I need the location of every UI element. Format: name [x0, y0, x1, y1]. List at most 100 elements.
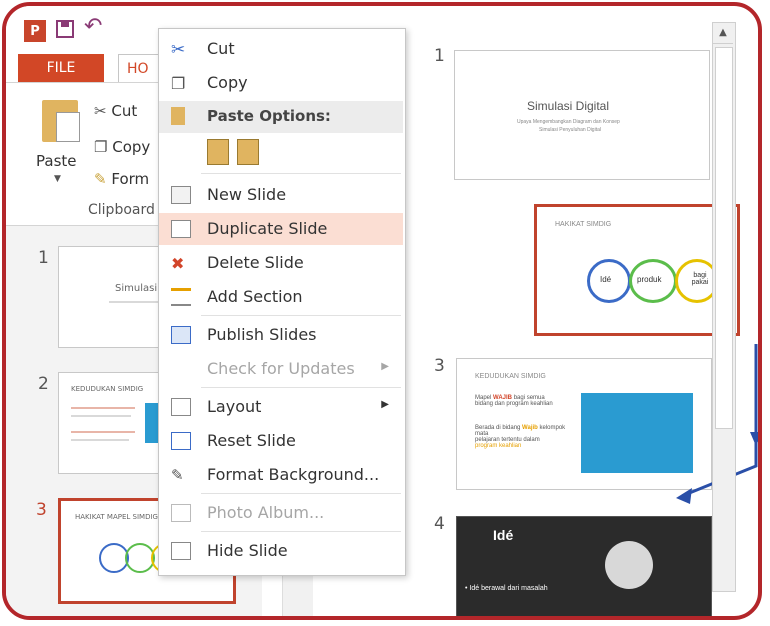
publish-slides-icon	[171, 326, 191, 344]
vertical-scrollbar[interactable]: ▲	[712, 22, 736, 592]
menu-item-reset-slide[interactable]: Reset Slide	[159, 425, 403, 457]
layout-icon	[171, 398, 191, 416]
menu-item-label: Hide Slide	[207, 541, 288, 560]
thumb-line	[71, 415, 131, 417]
menu-separator	[201, 387, 401, 388]
slide-1-subtitle: Upaya Mengembangkan Diagram dan Konsep	[517, 119, 620, 125]
slide-3-title-text: KEDUDUKAN SIMDIG	[475, 373, 546, 380]
menu-item-label: Add Section	[207, 287, 303, 306]
clipboard-group-label: Clipboard	[88, 202, 155, 218]
submenu-arrow-icon: ▶	[381, 399, 389, 410]
b2e: program keahlian	[475, 443, 522, 449]
menu-item-new-slide[interactable]: New Slide	[159, 179, 403, 211]
menu-item-layout[interactable]: Layout ▶	[159, 391, 403, 423]
menu-separator	[201, 315, 401, 316]
menu-item-check-for-updates: Check for Updates ▶	[159, 353, 403, 385]
menu-item-format-background[interactable]: ✎ Format Background...	[159, 459, 403, 491]
light-bulb-icon	[605, 541, 653, 589]
menu-item-label: Cut	[207, 39, 235, 58]
menu-item-label: Duplicate Slide	[207, 219, 328, 238]
copy-icon: ❐	[171, 74, 186, 93]
menu-item-hide-slide[interactable]: Hide Slide	[159, 535, 403, 567]
slide-1-large[interactable]: Simulasi Digital Upaya Mengembangkan Dia…	[454, 50, 710, 180]
slide-1-title: Simulasi Digital	[527, 99, 610, 113]
circle-produk-label: produk	[637, 275, 662, 284]
menu-item-label: New Slide	[207, 185, 287, 204]
paste-keep-formatting-icon[interactable]	[207, 139, 229, 165]
duplicated-slide-title: HAKIKAT SIMDIG	[555, 221, 612, 228]
thumb-title: HAKIKAT MAPEL SIMDIG	[75, 513, 158, 521]
screenshot-frame: P ↶ FILE HO Paste ▼ ✂ Cut ❐ Copy ✎ Form …	[2, 2, 762, 620]
format-painter-button[interactable]: ✎ Form	[94, 170, 149, 188]
photo-album-icon	[171, 504, 191, 522]
reset-slide-icon	[171, 432, 191, 450]
scissors-icon: ✂	[94, 102, 107, 120]
b2b: Wajib	[522, 425, 538, 431]
menu-separator	[201, 531, 401, 532]
context-menu: ✂ Cut ❐ Copy Paste Options: New Slide Du…	[158, 28, 406, 576]
menu-item-label: Publish Slides	[207, 325, 317, 344]
cut-button[interactable]: ✂ Cut	[94, 102, 137, 120]
duplicate-slide-icon	[171, 220, 191, 238]
circle-ide-label: Idé	[600, 275, 612, 284]
slide-number-selected: 3	[36, 500, 47, 520]
powerpoint-logo-icon: P	[24, 20, 46, 42]
copy-button[interactable]: ❐ Copy	[94, 138, 150, 156]
duplicated-slide[interactable]: HAKIKAT SIMDIG Idé produk bagi pakai	[534, 204, 740, 336]
menu-item-label: Format Background...	[207, 465, 380, 484]
slide-3-bullet-2: Berada di bidang Wajib kelompok mata pela…	[475, 425, 573, 449]
circle-ide: Idé	[587, 259, 631, 303]
undo-icon[interactable]: ↶	[84, 14, 102, 39]
menu-item-cut[interactable]: ✂ Cut	[159, 33, 403, 65]
b1d: bidang dan program keahlian	[475, 401, 553, 407]
menu-item-label: Delete Slide	[207, 253, 304, 272]
slide-number: 4	[434, 514, 445, 534]
slide-1-subtitle-2: Simulasi Penyuluhan Digital	[539, 127, 601, 133]
scroll-up-icon[interactable]: ▲	[713, 23, 733, 44]
clipboard-icon	[171, 107, 185, 125]
paste-options-header: Paste Options:	[159, 101, 403, 133]
cut-label: Cut	[111, 102, 138, 120]
paste-button[interactable]: Paste	[36, 152, 77, 170]
thumb-title: KEDUDUKAN SIMDIG	[71, 385, 144, 393]
slide-number: 3	[434, 356, 445, 376]
slide-4-title: Idé	[493, 527, 514, 543]
slide-number: 2	[38, 374, 49, 394]
menu-item-add-section[interactable]: Add Section	[159, 281, 403, 313]
menu-separator	[201, 173, 401, 174]
menu-item-label: Photo Album...	[207, 503, 325, 522]
tab-file[interactable]: FILE	[18, 54, 104, 82]
menu-separator	[201, 493, 401, 494]
menu-item-delete-slide[interactable]: ✖ Delete Slide	[159, 247, 403, 279]
save-icon[interactable]	[56, 20, 74, 38]
format-background-icon: ✎	[171, 466, 184, 484]
paste-options-label: Paste Options:	[207, 107, 331, 125]
menu-item-publish-slides[interactable]: Publish Slides	[159, 319, 403, 351]
menu-item-copy[interactable]: ❐ Copy	[159, 67, 403, 99]
menu-item-label: Layout	[207, 397, 262, 416]
add-section-icon	[171, 288, 191, 306]
paste-as-picture-icon[interactable]	[237, 139, 259, 165]
scissors-icon: ✂	[171, 40, 186, 60]
slide-number: 1	[38, 248, 49, 268]
hide-slide-icon	[171, 542, 191, 560]
thumb-line	[71, 431, 135, 433]
paste-dropdown-icon[interactable]: ▼	[54, 174, 61, 184]
copy-label: Copy	[112, 138, 151, 156]
menu-item-label: Copy	[207, 73, 248, 92]
slide-4-large[interactable]: Idé • Idé berawal dari masalah	[456, 516, 712, 616]
menu-item-label: Check for Updates	[207, 359, 355, 378]
slide-3-bullet-1: Mapel WAJIB bagi semua bidang dan program…	[475, 395, 573, 407]
copy-icon: ❐	[94, 138, 108, 156]
menu-item-duplicate-slide[interactable]: Duplicate Slide	[159, 213, 403, 245]
slide-number: 1	[434, 46, 445, 66]
circle-bagi-pakai-label: bagi pakai	[691, 272, 709, 286]
format-label: Form	[111, 170, 150, 188]
slide-3-title: KEDUDUKAN SIMDIG	[475, 373, 546, 380]
submenu-arrow-icon: ▶	[381, 361, 389, 372]
paste-icon[interactable]	[42, 100, 80, 142]
circle-produk: produk	[629, 259, 677, 303]
brush-icon: ✎	[94, 170, 107, 188]
scrollbar-thumb[interactable]	[715, 47, 733, 429]
menu-item-label: Reset Slide	[207, 431, 296, 450]
